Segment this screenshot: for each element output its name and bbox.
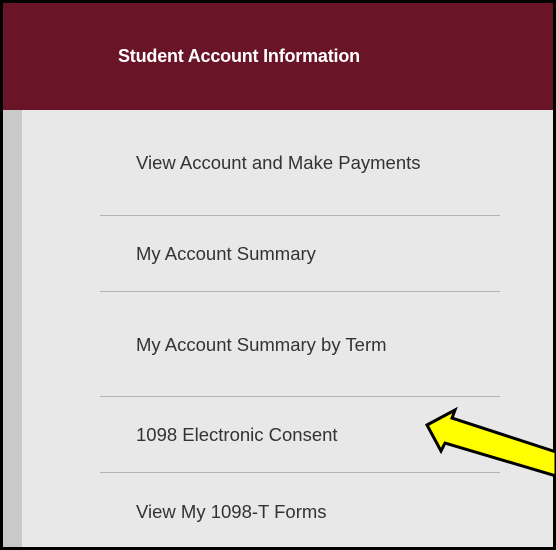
menu-item-label: My Account Summary (136, 243, 316, 264)
menu-item-view-account[interactable]: View Account and Make Payments (100, 110, 500, 216)
menu-item-label: My Account Summary by Term (136, 333, 387, 355)
panel-title: Student Account Information (118, 46, 360, 66)
menu-item-account-summary[interactable]: My Account Summary (100, 216, 500, 292)
arrow-pointer-icon (424, 406, 556, 478)
left-rail (3, 110, 22, 547)
menu-item-label: 1098 Electronic Consent (136, 424, 338, 445)
menu-item-account-summary-by-term[interactable]: My Account Summary by Term (100, 292, 500, 397)
menu-item-label: View Account and Make Payments (136, 152, 421, 173)
panel-header: Student Account Information (3, 3, 553, 110)
menu-item-label: View My 1098-T Forms (136, 500, 327, 522)
